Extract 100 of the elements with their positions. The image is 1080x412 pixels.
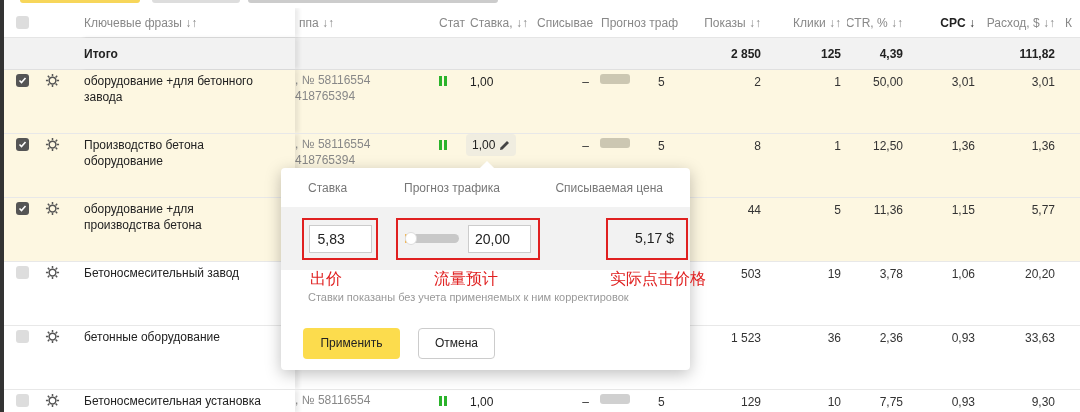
checkbox[interactable] xyxy=(15,138,29,151)
table-cell-text: 33,63 xyxy=(1024,330,1055,347)
table-cell-text: 5 xyxy=(658,74,665,91)
table-cell-text: , № 58116554 xyxy=(295,392,372,408)
gear-icon[interactable] xyxy=(45,265,60,280)
checkbox[interactable] xyxy=(15,202,29,215)
table-cell-text: 418765394 xyxy=(295,152,357,168)
traffic-input[interactable]: 20,00 xyxy=(468,224,531,253)
column-label: Прогноз трафика xyxy=(404,179,501,197)
keyword-phrase[interactable]: Бетоносмесительная установка xyxy=(84,393,262,409)
column-header[interactable]: Клики ↓↑ xyxy=(793,13,841,32)
gear-icon[interactable] xyxy=(45,137,60,152)
table-cell-text: , № 58116554 xyxy=(295,72,372,88)
gear-icon[interactable] xyxy=(45,201,60,216)
table-cell-text: 125 xyxy=(820,45,841,63)
column-header[interactable]: Показы ↓↑ xyxy=(704,13,761,32)
total-label: Итого xyxy=(84,45,118,63)
column-header[interactable]: Стат xyxy=(439,13,465,32)
checkbox[interactable] xyxy=(15,266,29,279)
table-cell-text: 9,30 xyxy=(1031,394,1055,411)
keyword-phrase[interactable]: бетонные оборудование xyxy=(84,329,262,345)
table-cell-text: 1,15 xyxy=(951,202,975,219)
column-header[interactable]: Прогноз траф xyxy=(601,13,679,32)
table-cell-text: 1,06 xyxy=(951,266,975,283)
checkbox[interactable] xyxy=(15,16,29,29)
table-cell-text: 12,50 xyxy=(872,138,903,155)
table-cell-text: 1 xyxy=(834,74,841,91)
table-cell-text: 2 xyxy=(754,74,761,91)
price-value: 5,17 $ xyxy=(635,229,674,248)
column-header[interactable]: Списывае xyxy=(537,13,594,32)
table-cell-text: 1 xyxy=(834,138,841,155)
table-cell-text: – xyxy=(582,394,589,411)
column-label: Ставка xyxy=(308,179,349,197)
keyword-phrase[interactable]: Бетоносмесительный завод xyxy=(84,265,262,281)
table-cell-text: 44 xyxy=(747,202,761,219)
table-cell-text: 129 xyxy=(740,394,761,411)
table-cell-text: 1,36 xyxy=(1031,138,1055,155)
annotation-label: 出价 xyxy=(310,270,342,288)
table-cell-text: 7,75 xyxy=(879,394,903,411)
column-header[interactable]: Расход, $ ↓↑ xyxy=(986,13,1055,32)
table-cell-text: 3,01 xyxy=(951,74,975,91)
gear-icon[interactable] xyxy=(45,329,60,344)
slider-thumb[interactable] xyxy=(405,232,418,245)
table-cell-text: 11,36 xyxy=(873,202,903,219)
column-label: Списываемая цена xyxy=(555,179,663,197)
table-cell-text: 503 xyxy=(740,266,761,283)
keyword-phrase[interactable]: оборудование +для бетонного завода xyxy=(84,73,262,105)
checkbox[interactable] xyxy=(15,330,29,343)
traffic-bar xyxy=(600,138,630,148)
checkmark-icon xyxy=(17,204,27,213)
column-header[interactable]: Ставка, ↓↑ xyxy=(470,13,528,32)
table-cell-text: 10 xyxy=(827,394,841,411)
table-cell-text: 5 xyxy=(834,202,841,219)
column-header[interactable]: CPC ↓ xyxy=(940,13,975,32)
bid-edit-button[interactable]: 1,00 xyxy=(466,134,517,156)
pencil-icon[interactable] xyxy=(499,139,511,151)
table-cell-text: 1,36 xyxy=(951,138,975,155)
gear-icon[interactable] xyxy=(45,73,60,88)
table-cell-text: 0,93 xyxy=(951,330,975,347)
table-cell: 1,00 xyxy=(470,75,494,89)
checkmark-icon xyxy=(17,76,27,85)
table-cell-text: 418765394 xyxy=(295,88,357,104)
checkbox[interactable] xyxy=(15,74,29,87)
table-cell-text: 50,00 xyxy=(872,74,903,91)
annotation-label: 流量预计 xyxy=(434,270,498,288)
gear-icon[interactable] xyxy=(45,393,60,408)
traffic-bar xyxy=(600,74,630,84)
column-header[interactable]: ппа ↓↑ xyxy=(299,13,334,32)
column-header[interactable]: К xyxy=(1065,13,1072,32)
keyword-phrase[interactable]: оборудование +для производства бетона xyxy=(84,201,262,233)
table-cell-text: 36 xyxy=(827,330,841,347)
table-cell-text: , № 58116554 xyxy=(295,136,372,152)
traffic-bar xyxy=(600,394,630,404)
table-cell-text: 8 xyxy=(754,138,761,155)
column-header[interactable]: CTR, % ↓↑ xyxy=(847,13,903,32)
annotation-label: 实际点击价格 xyxy=(610,270,706,288)
table-cell-text: 0,93 xyxy=(951,394,975,411)
bid-input[interactable]: 5,83 xyxy=(308,224,372,253)
table-cell-text: 19 xyxy=(827,266,841,283)
checkbox[interactable] xyxy=(15,394,29,407)
table-cell-text: 4,39 xyxy=(879,45,903,63)
hint-text: Ставки показаны без учета применяемых к ним корректировок xyxy=(307,290,630,305)
table-cell-text: 5,77 xyxy=(1031,202,1055,219)
table-cell-text: 5 xyxy=(658,394,665,411)
table-cell-text: – xyxy=(582,74,589,91)
table-cell-text: 1 523 xyxy=(730,330,761,347)
slider-track[interactable] xyxy=(405,234,459,243)
table-cell-text: 2,36 xyxy=(879,330,903,347)
table-cell-text: 3,78 xyxy=(879,266,903,283)
apply-button[interactable]: Применить xyxy=(303,327,400,359)
table-cell: 1,00 xyxy=(470,395,494,409)
keyword-phrase[interactable]: Производство бетона оборудование xyxy=(84,137,262,169)
table-cell-text: 5 xyxy=(658,138,665,155)
checkmark-icon xyxy=(17,140,27,149)
cancel-button[interactable]: Отмена xyxy=(418,327,495,359)
table-cell-text: 20,20 xyxy=(1024,266,1055,283)
table-cell-text: 3,01 xyxy=(1031,74,1055,91)
table-cell-text: 111,82 xyxy=(1019,45,1055,63)
table-cell-text: 2 850 xyxy=(730,45,761,63)
column-header[interactable]: Ключевые фразы ↓↑ xyxy=(84,13,198,32)
